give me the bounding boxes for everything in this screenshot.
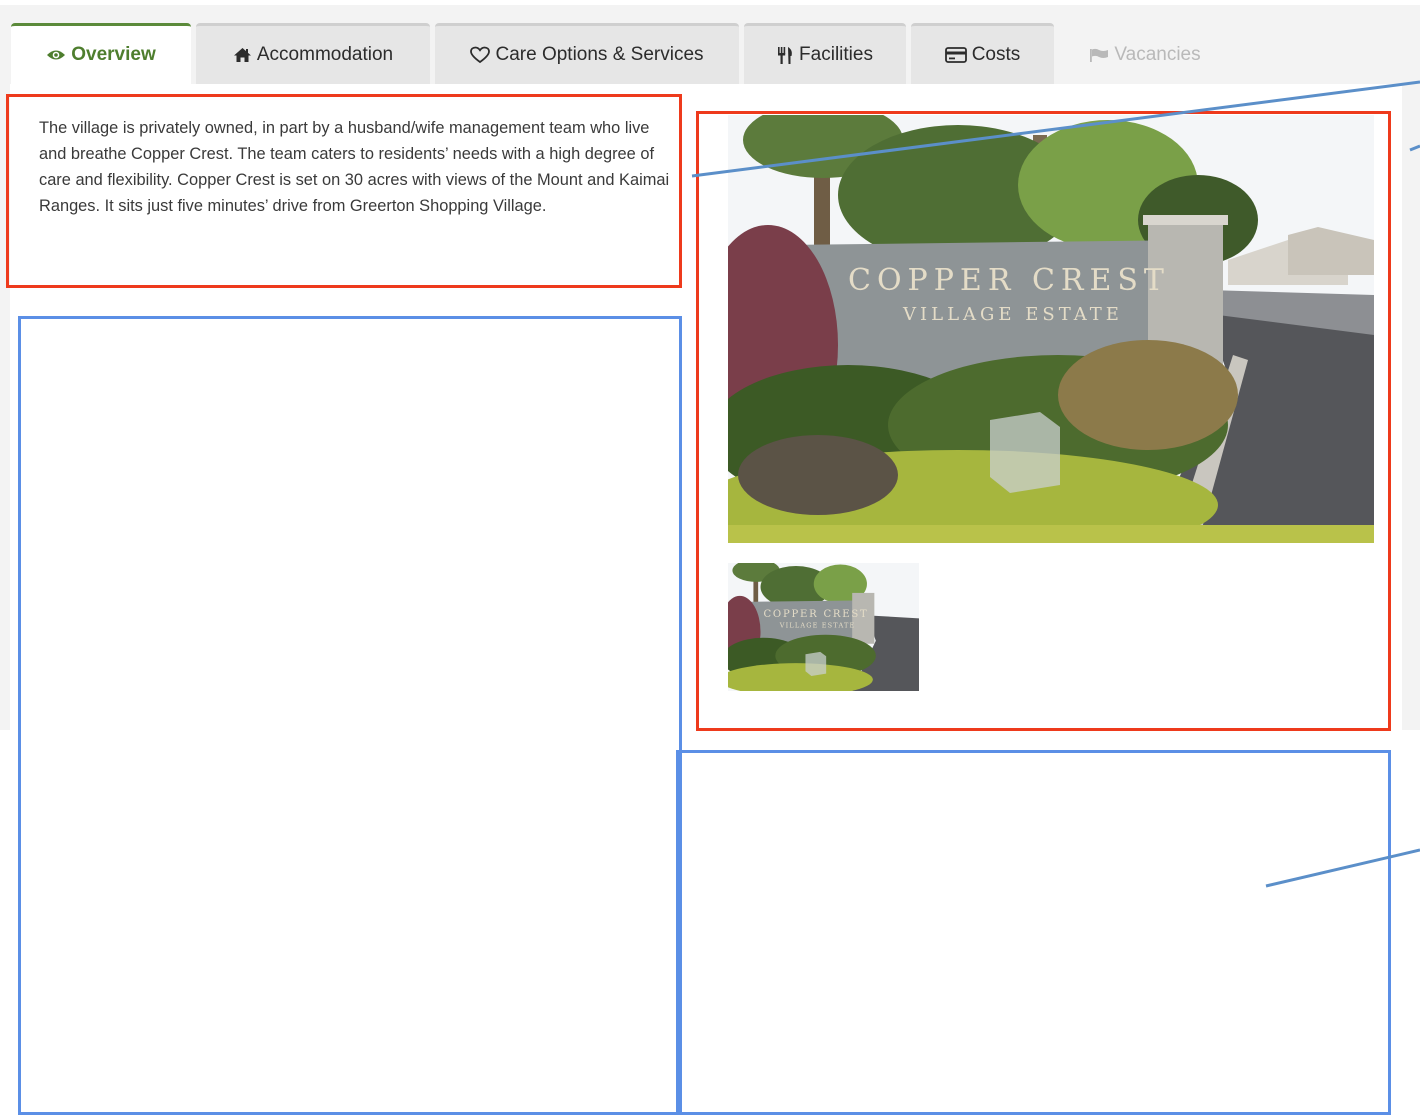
tab-label: Overview [71, 44, 156, 65]
tab-label: Accommodation [256, 44, 394, 65]
eye-icon [46, 48, 66, 62]
tab-label: Care Options & Services [495, 44, 704, 65]
tab-costs[interactable]: Costs [911, 23, 1054, 84]
tab-overview[interactable]: Overview [11, 23, 191, 84]
tab-vacancies: Vacancies [1060, 23, 1230, 84]
flag-icon [1089, 48, 1109, 63]
annotation-box-empty-left [18, 316, 682, 1115]
home-icon [233, 47, 252, 63]
tab-label: Costs [971, 44, 1021, 65]
page-top-edge [0, 0, 1420, 5]
annotation-box-empty-lower [676, 750, 1391, 1115]
credit-card-icon [944, 47, 967, 63]
annotation-box-gallery [696, 111, 1391, 731]
annotation-box-description [6, 94, 682, 288]
tab-label: Facilities [799, 44, 873, 65]
tab-care-options[interactable]: Care Options & Services [435, 23, 739, 84]
cutlery-icon [777, 46, 794, 65]
tab-facilities[interactable]: Facilities [744, 23, 906, 84]
tab-accommodation[interactable]: Accommodation [196, 23, 430, 84]
tab-label: Vacancies [1114, 44, 1201, 65]
heart-icon [470, 46, 491, 64]
